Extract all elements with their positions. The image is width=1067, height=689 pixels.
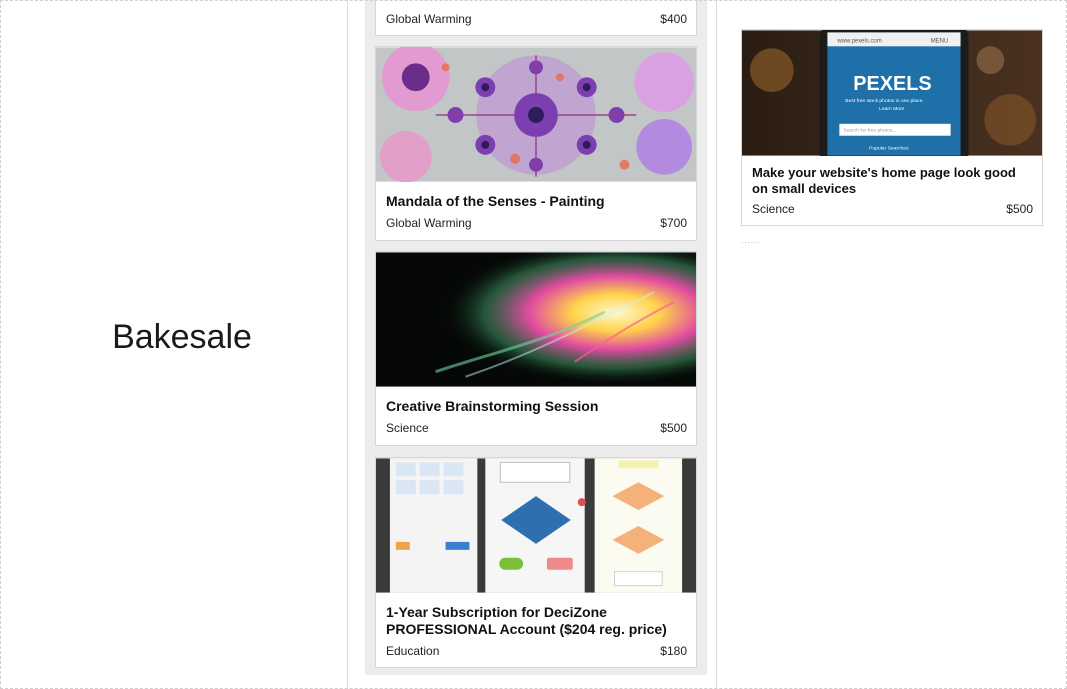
app-title: Bakesale: [112, 318, 252, 356]
deal-list-panel[interactable]: Global Warming $400 Mandala of the Sense…: [349, 0, 717, 689]
pexels-menu-text: MENU: [931, 38, 949, 44]
pexels-search-text: Search for free photos...: [843, 128, 896, 134]
deal-cause: Global Warming: [386, 12, 472, 26]
deal-meta: Global Warming $400: [376, 9, 696, 29]
deal-price: $180: [660, 644, 687, 658]
deal-meta: Education $180: [376, 641, 696, 661]
deal-card[interactable]: Creative Brainstorming Session Science $…: [375, 251, 697, 446]
deal-meta: Global Warming $700: [376, 213, 696, 233]
deal-price: $700: [660, 216, 687, 230]
deal-title: Creative Brainstorming Session: [386, 398, 599, 414]
loading-indicator: ......: [741, 236, 761, 245]
deal-title: Mandala of the Senses - Painting: [386, 193, 605, 209]
deal-cause: Education: [386, 644, 440, 658]
deal-title: 1-Year Subscription for DeciZone PROFESS…: [386, 604, 667, 637]
deal-price: $400: [660, 12, 687, 26]
deal-meta: Science $500: [376, 418, 696, 438]
deal-meta: Science $500: [742, 199, 1042, 219]
brand-panel: Bakesale: [0, 0, 348, 689]
deal-card[interactable]: Global Warming $400: [375, 0, 697, 36]
deal-detail-card[interactable]: www.pexels.com MENU PEXELS Best free sto…: [741, 29, 1043, 226]
pexels-tagline: Best free stock photos in one place.: [845, 98, 923, 104]
deal-image-decizone: [376, 458, 696, 593]
deal-price: $500: [660, 421, 687, 435]
pexels-url-text: www.pexels.com: [836, 38, 881, 44]
pexels-popular-text: Popular Searches: [869, 146, 909, 152]
deal-card[interactable]: Mandala of the Senses - Painting Global …: [375, 46, 697, 241]
deal-image-mandala: [376, 47, 696, 182]
deal-card[interactable]: 1-Year Subscription for DeciZone PROFESS…: [375, 457, 697, 668]
deal-cause: Science: [386, 421, 429, 435]
deal-image-brainstorming: [376, 252, 696, 387]
pexels-learn-more: Learn More: [879, 106, 905, 112]
pexels-logo-text: PEXELS: [853, 73, 931, 95]
deal-cause: Science: [752, 202, 795, 216]
deal-title: Make your website's home page look good …: [752, 165, 1016, 196]
deal-image-pexels: www.pexels.com MENU PEXELS Best free sto…: [742, 30, 1042, 156]
deal-cause: Global Warming: [386, 216, 472, 230]
deal-price: $500: [1006, 202, 1033, 216]
